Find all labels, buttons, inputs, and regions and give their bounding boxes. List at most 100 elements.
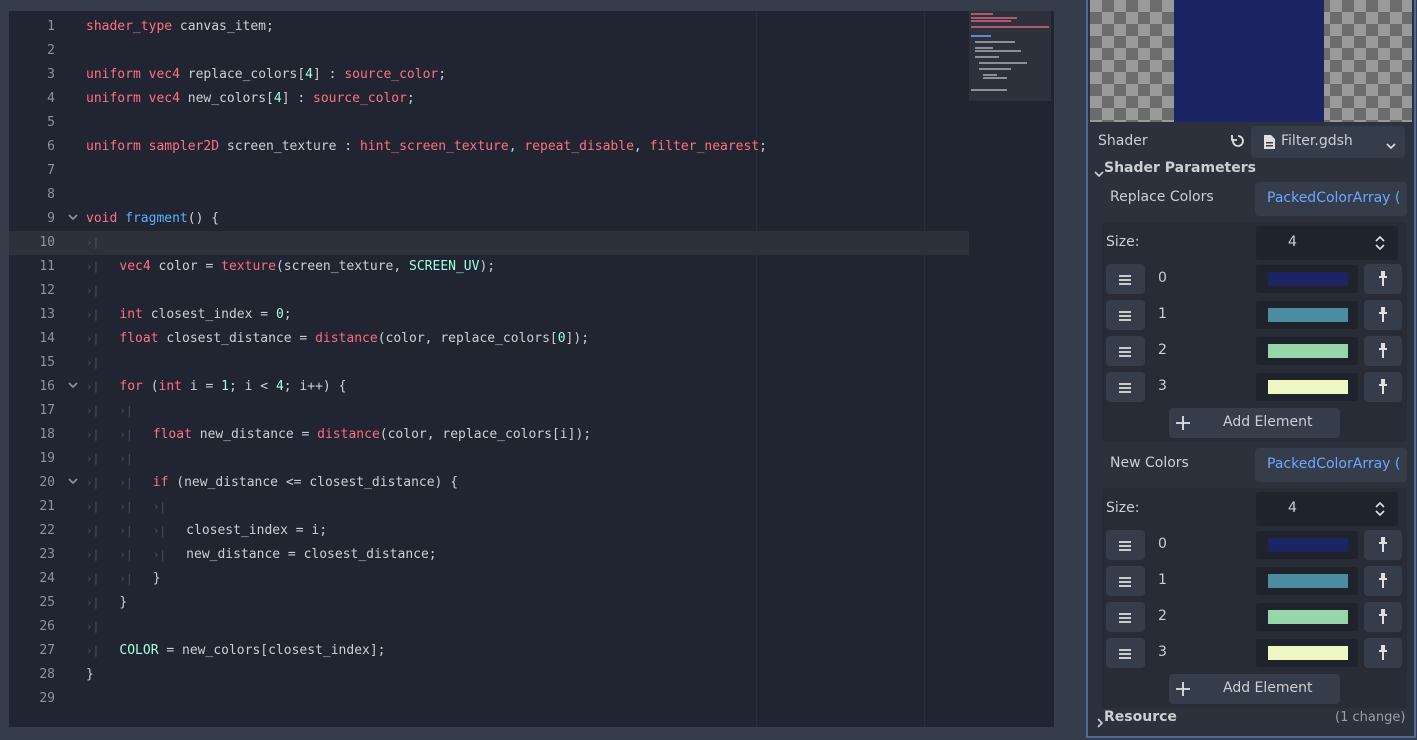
item-index: 1 bbox=[1158, 306, 1167, 322]
replace-colors-type-button[interactable]: PackedColorArray ( bbox=[1255, 182, 1407, 216]
color-picker-button[interactable] bbox=[1256, 531, 1358, 559]
eyedropper-button[interactable] bbox=[1364, 638, 1402, 668]
chevron-down-icon bbox=[1386, 136, 1396, 155]
new-colors-type: PackedColorArray ( bbox=[1267, 456, 1401, 472]
code-line[interactable]: 15 ›| bbox=[9, 351, 969, 375]
code-line[interactable]: 28} bbox=[9, 663, 969, 687]
code-line[interactable]: 8 bbox=[9, 183, 969, 207]
drag-handle-icon bbox=[1118, 380, 1132, 399]
code-line[interactable]: 29 bbox=[9, 687, 969, 711]
item-index: 2 bbox=[1158, 342, 1167, 358]
code-line[interactable]: 1 shader_type canvas_item; bbox=[9, 15, 969, 39]
drag-handle-button[interactable] bbox=[1106, 566, 1145, 596]
eyedropper-button[interactable] bbox=[1364, 264, 1402, 294]
code-line[interactable]: 16 ›| for (int i = 1; i < 4; i++) { bbox=[9, 375, 969, 399]
code-line[interactable]: 18 ›| ›| float new_distance = distance(colo… bbox=[9, 423, 969, 447]
eyedropper-button[interactable] bbox=[1364, 530, 1402, 560]
drag-handle-button[interactable] bbox=[1106, 336, 1145, 366]
code-line[interactable]: 14 ›| float closest_distance = distance(co… bbox=[9, 327, 969, 351]
code-text: ›| ›| bbox=[86, 404, 133, 417]
color-swatch bbox=[1268, 574, 1348, 588]
chevron-down-icon[interactable] bbox=[1094, 164, 1104, 183]
code-line[interactable]: 9 void fragment() { bbox=[9, 207, 969, 231]
drag-handle-button[interactable] bbox=[1106, 602, 1145, 632]
eyedropper-button[interactable] bbox=[1364, 300, 1402, 330]
color-swatch bbox=[1268, 610, 1348, 624]
code-line[interactable]: 3 uniform vec4 replace_colors[4] : source… bbox=[9, 63, 969, 87]
drag-handle-button[interactable] bbox=[1106, 300, 1145, 330]
eyedropper-button[interactable] bbox=[1364, 566, 1402, 596]
replace-colors-type: PackedColorArray ( bbox=[1267, 190, 1401, 206]
color-picker-button[interactable] bbox=[1256, 337, 1358, 365]
code-line[interactable]: 25 ›|} bbox=[9, 591, 969, 615]
code-text: ›| ›|} bbox=[86, 571, 161, 586]
drag-handle-button[interactable] bbox=[1106, 264, 1145, 294]
code-line[interactable]: 24 ›| ›|} bbox=[9, 567, 969, 591]
line-number: 16 bbox=[39, 379, 55, 394]
drag-handle-button[interactable] bbox=[1106, 530, 1145, 560]
color-picker-button[interactable] bbox=[1256, 639, 1358, 667]
size-spinbox[interactable]: 4 bbox=[1256, 492, 1398, 526]
add-element-button[interactable]: Add Element bbox=[1169, 408, 1340, 438]
color-picker-button[interactable] bbox=[1256, 603, 1358, 631]
shader-parameters-header[interactable]: Shader Parameters bbox=[1104, 160, 1256, 176]
code-line[interactable]: 2 bbox=[9, 39, 969, 63]
color-picker-button[interactable] bbox=[1256, 373, 1358, 401]
code-line[interactable]: 12 ›| bbox=[9, 279, 969, 303]
new-colors-array: Size: 4 0 1 2 3 Add Element bbox=[1102, 488, 1407, 708]
shader-resource-picker[interactable]: Filter.gdsh bbox=[1251, 126, 1405, 158]
replace-colors-array: Size: 4 0 1 2 3 Add Element bbox=[1102, 222, 1407, 442]
code-line[interactable]: 20 ›| ›| if (new_distance <= closest_distan… bbox=[9, 471, 969, 495]
drag-handle-button[interactable] bbox=[1106, 638, 1145, 668]
code-line[interactable]: 7 bbox=[9, 159, 969, 183]
eyedropper-button[interactable] bbox=[1364, 602, 1402, 632]
code-line[interactable]: 21 ›| ›| ›| bbox=[9, 495, 969, 519]
color-picker-button[interactable] bbox=[1256, 265, 1358, 293]
fold-arrow-icon[interactable] bbox=[67, 474, 79, 488]
code-line[interactable]: 11 ›| vec4 color = texture(screen_texture,… bbox=[9, 255, 969, 279]
add-element-button[interactable]: Add Element bbox=[1169, 674, 1340, 704]
code-line[interactable]: 4 uniform vec4 new_colors[4] : source_col… bbox=[9, 87, 969, 111]
resource-header[interactable]: Resource bbox=[1104, 709, 1177, 725]
item-index: 1 bbox=[1158, 572, 1167, 588]
code-line[interactable]: 22 ›| ›| ›| closest_index = i; bbox=[9, 519, 969, 543]
eyedropper-icon bbox=[1378, 270, 1388, 292]
code-line[interactable]: 27 ›| COLOR = new_colors[closest_index]; bbox=[9, 639, 969, 663]
color-swatch bbox=[1268, 538, 1348, 552]
code-text: ›| ›| ›| closest_index = i; bbox=[86, 523, 328, 538]
code-line[interactable]: 10 ›| bbox=[9, 231, 969, 255]
new-colors-type-button[interactable]: PackedColorArray ( bbox=[1255, 448, 1407, 482]
line-number: 8 bbox=[47, 187, 55, 202]
line-number: 26 bbox=[39, 619, 55, 634]
spinner-arrows-icon[interactable] bbox=[1374, 501, 1386, 521]
chevron-right-icon[interactable] bbox=[1096, 713, 1104, 732]
code-line[interactable]: 19 ›| ›| bbox=[9, 447, 969, 471]
code-text: ›| bbox=[86, 236, 100, 249]
color-picker-button[interactable] bbox=[1256, 301, 1358, 329]
item-index: 3 bbox=[1158, 644, 1167, 660]
fold-arrow-icon[interactable] bbox=[67, 210, 79, 224]
size-spinbox[interactable]: 4 bbox=[1256, 226, 1398, 260]
code-text: shader_type canvas_item; bbox=[86, 19, 274, 34]
code-text: ›| ›| float new_distance = distance(color,… bbox=[86, 427, 592, 442]
eyedropper-icon bbox=[1378, 572, 1388, 594]
color-picker-button[interactable] bbox=[1256, 567, 1358, 595]
fold-arrow-icon[interactable] bbox=[67, 378, 79, 392]
eyedropper-icon bbox=[1378, 306, 1388, 328]
code-line[interactable]: 5 bbox=[9, 111, 969, 135]
code-line[interactable]: 6 uniform sampler2D screen_texture : hint… bbox=[9, 135, 969, 159]
revert-icon[interactable] bbox=[1230, 133, 1246, 153]
code-line[interactable]: 26 ›| bbox=[9, 615, 969, 639]
code-line[interactable]: 17 ›| ›| bbox=[9, 399, 969, 423]
minimap[interactable] bbox=[969, 11, 1051, 101]
code-line[interactable]: 13 ›| int closest_index = 0; bbox=[9, 303, 969, 327]
code-editor[interactable]: 1 shader_type canvas_item; 2 3 uniform vec4 … bbox=[9, 11, 1054, 727]
eyedropper-button[interactable] bbox=[1364, 336, 1402, 366]
spinner-arrows-icon[interactable] bbox=[1374, 235, 1386, 255]
line-number: 22 bbox=[39, 523, 55, 538]
color-swatch bbox=[1268, 344, 1348, 358]
drag-handle-button[interactable] bbox=[1106, 372, 1145, 402]
code-line[interactable]: 23 ›| ›| ›| new_distance = closest_distance; bbox=[9, 543, 969, 567]
eyedropper-button[interactable] bbox=[1364, 372, 1402, 402]
line-number: 29 bbox=[39, 691, 55, 706]
